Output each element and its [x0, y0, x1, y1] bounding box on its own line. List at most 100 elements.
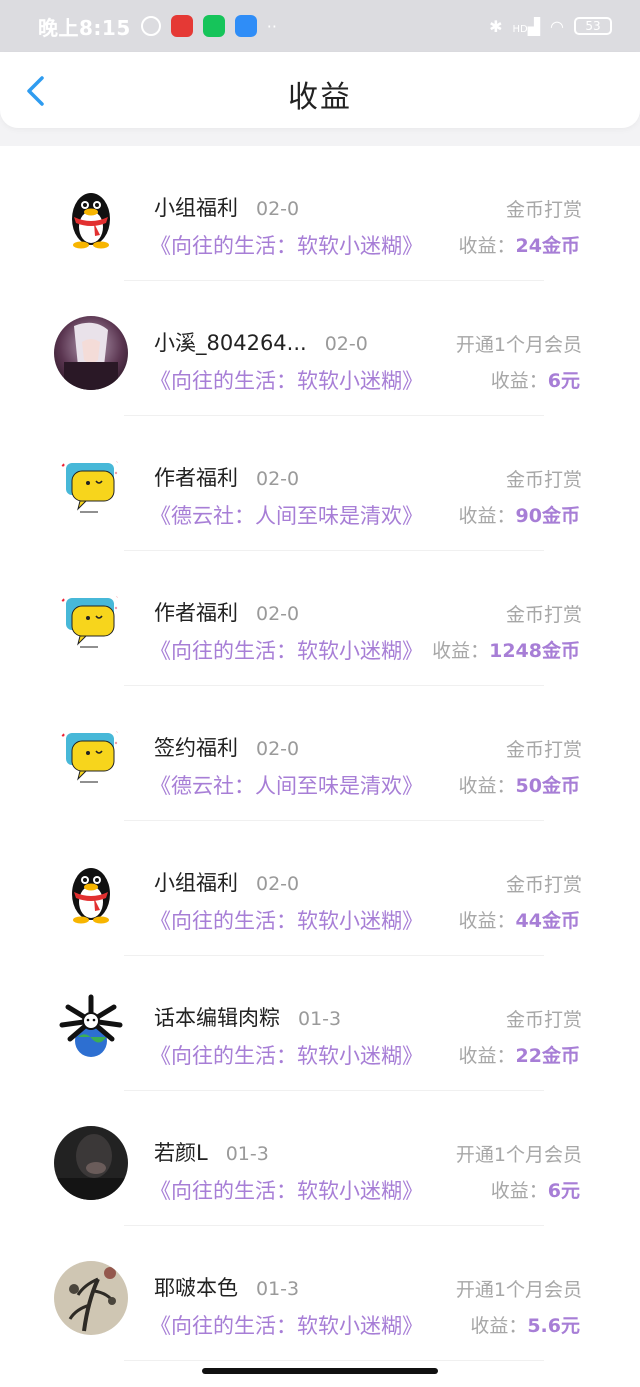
network-type-label: HD — [512, 23, 528, 35]
earning-amount-line: 收益：5.6元 — [470, 1311, 580, 1338]
ink-painting-avatar[interactable] — [54, 1261, 128, 1335]
earning-row[interactable]: 小溪_804264... 02-0 《向往的生活：软软小迷糊》 开通1个月会员 收… — [0, 281, 640, 416]
earning-amount-line: 收益：22金币 — [459, 1041, 580, 1068]
sender-name[interactable]: 若颜L — [154, 1141, 208, 1165]
earning-label: 收益： — [490, 1180, 548, 1202]
earning-amount-line: 收益：44金币 — [459, 906, 580, 933]
earning-amount-line: 收益：1248金币 — [432, 636, 580, 663]
app-notification-icon — [234, 15, 257, 37]
earning-type: 金币打赏 — [505, 604, 582, 626]
row-date: 02-0 — [324, 333, 368, 355]
earning-amount: 50金币 — [515, 775, 580, 797]
book-title[interactable]: 《向往的生活：软软小迷糊》 — [150, 230, 423, 260]
row-name-line: 若颜L 01-3 — [154, 1137, 269, 1167]
earning-type: 金币打赏 — [505, 469, 582, 491]
earning-row[interactable]: 小组福利 02-0 《向往的生活：软软小迷糊》 金币打赏 收益：44金币 — [0, 821, 640, 956]
sender-name[interactable]: 作者福利 — [154, 601, 238, 625]
earning-row[interactable]: 话本编辑肉粽 01-3 《向往的生活：软软小迷糊》 金币打赏 收益：22金币 — [0, 956, 640, 1091]
book-title[interactable]: 《向往的生活：软软小迷糊》 — [150, 365, 423, 395]
book-title[interactable]: 《向往的生活：软软小迷糊》 — [150, 1040, 423, 1070]
chat-bubble-avatar[interactable] — [54, 721, 128, 795]
earning-amount-line: 收益：50金币 — [459, 771, 580, 798]
sender-name[interactable]: 话本编辑肉粽 — [154, 1006, 280, 1030]
earning-row[interactable]: 耶啵本色 01-3 《向往的生活：软软小迷糊》 开通1个月会员 收益：5.6元 — [0, 1226, 640, 1361]
more-notifications-dots: ·· — [266, 16, 277, 36]
earning-row[interactable]: 若颜L 01-3 《向往的生活：软软小迷糊》 开通1个月会员 收益：6元 — [0, 1091, 640, 1226]
earning-type: 开通1个月会员 — [455, 1144, 582, 1166]
row-name-line: 作者福利 02-0 — [154, 597, 299, 627]
navigation-header: 收益 — [0, 52, 640, 128]
sender-name[interactable]: 小组福利 — [154, 196, 238, 220]
earning-row[interactable]: 小组福利 02-0 《向往的生活：软软小迷糊》 金币打赏 收益：24金币 — [0, 146, 640, 281]
earning-amount-line: 收益：6元 — [491, 1176, 580, 1203]
sender-name[interactable]: 小组福利 — [154, 871, 238, 895]
earning-amount: 24金币 — [515, 235, 580, 257]
home-indicator[interactable] — [202, 1368, 438, 1374]
book-title[interactable]: 《向往的生活：软软小迷糊》 — [150, 905, 423, 935]
book-title[interactable]: 《德云社：人间至味是清欢》 — [150, 500, 423, 530]
book-title[interactable]: 《德云社：人间至味是清欢》 — [150, 770, 423, 800]
earning-row[interactable]: 作者福利 02-0 《向往的生活：软软小迷糊》 金币打赏 收益：1248金币 — [0, 551, 640, 686]
alarm-icon — [140, 16, 161, 36]
sender-name[interactable]: 耶啵本色 — [154, 1276, 238, 1300]
dark-portrait-avatar[interactable] — [54, 1126, 128, 1200]
status-bar-left: 晚上8:15 ·· — [38, 12, 277, 41]
earning-type: 金币打赏 — [505, 1009, 582, 1031]
book-title[interactable]: 《向往的生活：软软小迷糊》 — [150, 1310, 423, 1340]
earning-label: 收益： — [490, 370, 548, 392]
earning-type: 金币打赏 — [505, 739, 582, 761]
row-date: 01-3 — [298, 1008, 342, 1030]
row-name-line: 耶啵本色 01-3 — [154, 1272, 299, 1302]
sender-name[interactable]: 签约福利 — [154, 736, 238, 760]
wechat-icon — [202, 15, 225, 37]
status-time: 晚上8:15 — [38, 15, 131, 40]
row-date: 02-0 — [256, 603, 300, 625]
row-name-line: 小溪_804264... 02-0 — [154, 327, 368, 357]
earning-label: 收益： — [458, 775, 516, 797]
chat-bubble-avatar[interactable] — [54, 586, 128, 660]
earning-amount: 90金币 — [515, 505, 580, 527]
row-date: 02-0 — [256, 198, 300, 220]
sender-name[interactable]: 作者福利 — [154, 466, 238, 490]
earning-type: 开通1个月会员 — [455, 1279, 582, 1301]
row-date: 02-0 — [256, 468, 300, 490]
earning-type: 金币打赏 — [505, 874, 582, 896]
bluetooth-icon: ✱ — [489, 16, 503, 36]
status-bar-right: ✱ HD▟ ◠ 53 — [489, 17, 612, 36]
book-title[interactable]: 《向往的生活：软软小迷糊》 — [150, 1175, 423, 1205]
earning-label: 收益： — [470, 1315, 528, 1337]
anime-character-avatar[interactable] — [54, 316, 128, 390]
sender-name[interactable]: 小溪_804264... — [154, 331, 307, 355]
row-date: 01-3 — [256, 1278, 300, 1300]
row-name-line: 话本编辑肉粽 01-3 — [154, 1002, 341, 1032]
earning-amount-line: 收益：6元 — [491, 366, 580, 393]
earning-label: 收益： — [432, 640, 490, 662]
earning-label: 收益： — [458, 910, 516, 932]
chat-bubble-avatar[interactable] — [54, 451, 128, 525]
qq-penguin-avatar[interactable] — [54, 181, 128, 255]
earning-amount: 5.6元 — [527, 1315, 580, 1337]
battery-icon: 53 — [574, 17, 612, 35]
earning-type: 开通1个月会员 — [455, 334, 582, 356]
earning-amount: 1248金币 — [489, 640, 580, 662]
earning-label: 收益： — [458, 1045, 516, 1067]
book-title[interactable]: 《向往的生活：软软小迷糊》 — [150, 635, 423, 665]
signal-icon: HD▟ — [512, 16, 541, 36]
row-name-line: 签约福利 02-0 — [154, 732, 299, 762]
page-title: 收益 — [288, 80, 352, 115]
earning-label: 收益： — [458, 505, 516, 527]
row-date: 02-0 — [256, 873, 300, 895]
row-date: 01-3 — [225, 1143, 269, 1165]
earning-type: 金币打赏 — [505, 199, 582, 221]
row-divider — [124, 1360, 544, 1361]
netease-music-icon — [170, 15, 193, 37]
earnings-list[interactable]: 小组福利 02-0 《向往的生活：软软小迷糊》 金币打赏 收益： 24金币 小溪_8… — [0, 146, 640, 1387]
row-name-line: 作者福利 02-0 — [154, 462, 299, 492]
earning-row[interactable]: 签约福利 02-0 《德云社：人间至味是清欢》 金币打赏 收益：50金币 — [0, 686, 640, 821]
wifi-icon: ◠ — [550, 16, 564, 36]
rice-dumpling-avatar[interactable] — [54, 991, 128, 1065]
row-name-line: 小组福利 02-0 — [154, 867, 299, 897]
qq-penguin-avatar[interactable] — [54, 856, 128, 930]
earning-row[interactable]: 作者福利 02-0 《德云社：人间至味是清欢》 金币打赏 收益：90金币 — [0, 416, 640, 551]
row-name-line: 小组福利 02-0 — [154, 192, 299, 222]
